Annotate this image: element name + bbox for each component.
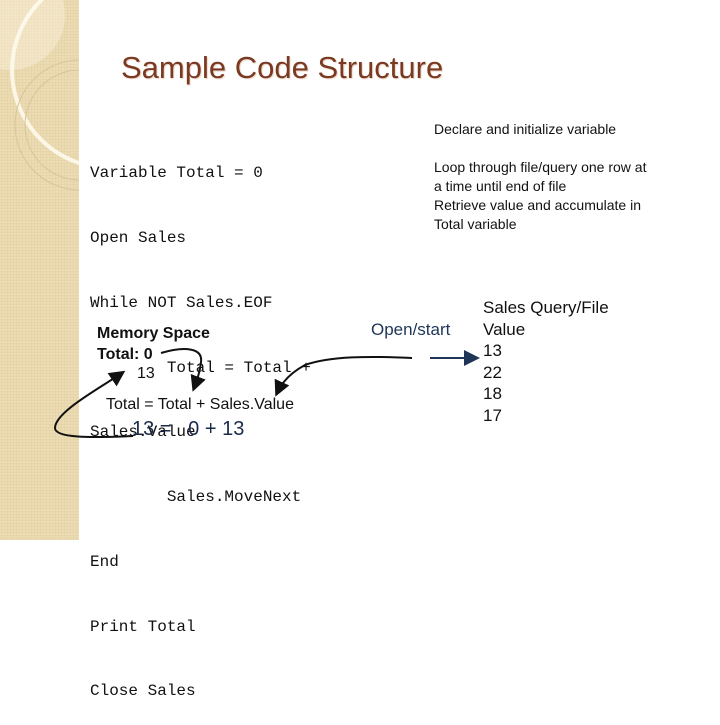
sales-file-value: 18 bbox=[483, 384, 502, 404]
sales-file-header: Sales Query/File bbox=[483, 298, 609, 317]
note-line: Loop through file/query one row at bbox=[434, 159, 647, 175]
note-line: a time until end of file bbox=[434, 178, 567, 194]
note-line: Total variable bbox=[434, 216, 517, 232]
sales-file-list: Sales Query/File Value 13 22 18 17 bbox=[483, 297, 609, 427]
note-loop: Loop through file/query one row at a tim… bbox=[434, 158, 646, 234]
code-line: Print Total bbox=[90, 617, 196, 636]
memory-heading: Memory Space bbox=[97, 325, 210, 342]
code-line: Open Sales bbox=[90, 228, 187, 247]
code-line: Sales.MoveNext bbox=[90, 488, 302, 507]
open-start-label: Open/start bbox=[371, 320, 451, 339]
memory-new-value: 13 bbox=[137, 365, 155, 382]
sales-file-value: 17 bbox=[483, 405, 502, 425]
slide-title: Sample Code Structure bbox=[121, 50, 444, 85]
code-line: Close Sales bbox=[90, 682, 196, 701]
note-line: Retrieve value and accumulate in bbox=[434, 197, 642, 213]
code-line: Variable Total = 0 bbox=[90, 164, 263, 183]
sales-file-value: 13 bbox=[483, 341, 502, 361]
decorative-circles-icon bbox=[0, 0, 79, 191]
equation-values: 13 = 0 + 13 bbox=[132, 418, 245, 440]
sales-file-header: Value bbox=[483, 319, 526, 339]
memory-total-label: Total: 0 bbox=[97, 346, 153, 363]
code-line: End bbox=[90, 552, 119, 571]
code-line: While NOT Sales.EOF bbox=[90, 293, 273, 312]
note-declare: Declare and initialize variable bbox=[434, 121, 617, 137]
equation-formula: Total = Total + Sales.Value bbox=[106, 396, 294, 413]
sales-file-value: 22 bbox=[483, 362, 502, 382]
decorative-sidebar bbox=[0, 0, 79, 540]
